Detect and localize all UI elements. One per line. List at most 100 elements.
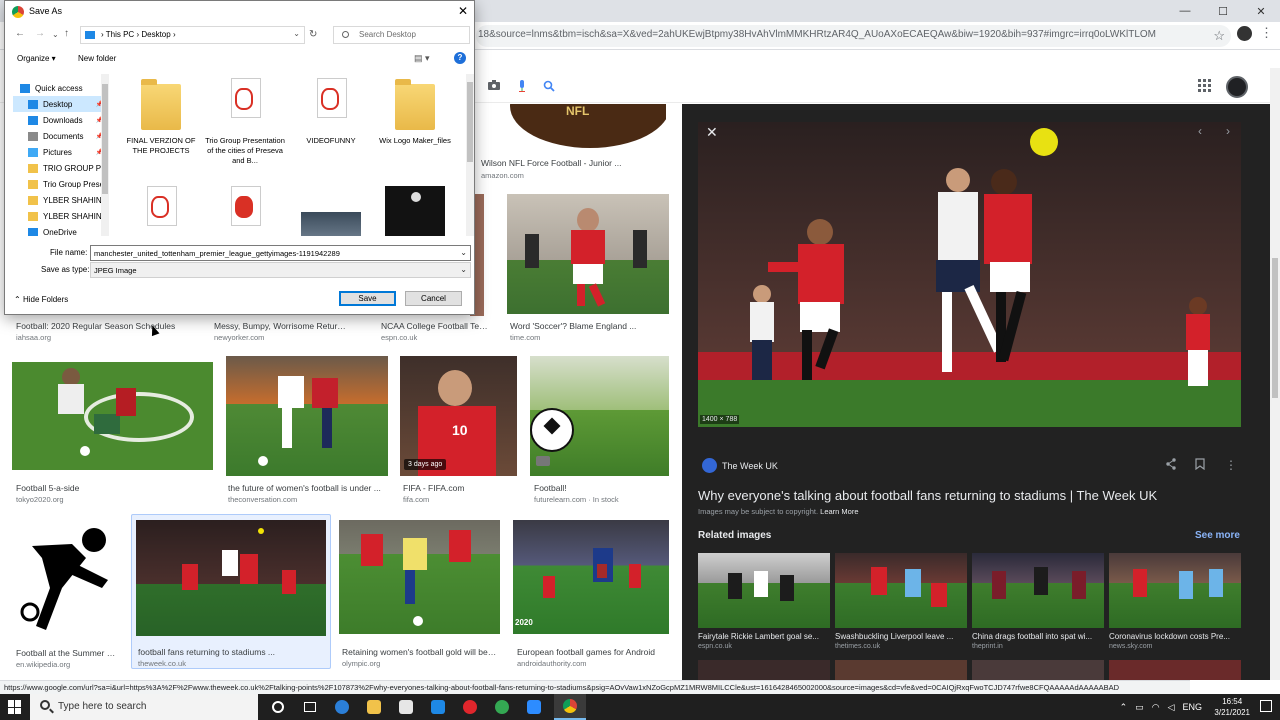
account-avatar[interactable] [1226,76,1248,98]
organize-menu[interactable]: Organize ▾ [17,54,56,63]
site-name[interactable]: The Week UK [722,461,778,471]
battery-icon[interactable]: ▭ [1135,702,1144,713]
file-list-scrollbar[interactable] [466,74,474,236]
previous-image-icon[interactable]: ‹ [1198,124,1202,138]
file-item[interactable]: FINAL VERZION OF THE PROJECTS [121,78,201,156]
related-image-item[interactable]: Fairytale Rickie Lambert goal se... espn… [698,553,830,650]
help-icon[interactable]: ? [454,52,466,64]
new-folder-button[interactable]: New folder [78,54,116,63]
cortana-icon[interactable] [262,694,294,720]
file-item[interactable] [121,186,201,236]
result-tile[interactable]: football fans returning to stadiums ... … [136,520,328,668]
nav-item[interactable]: YLBER SHAHINI [13,192,109,208]
notification-center-icon[interactable] [1260,700,1272,712]
recent-locations-chevron-icon[interactable]: ⌄ [52,30,59,39]
opera-icon[interactable] [454,694,486,720]
file-name-dropdown-icon[interactable]: ⌄ [460,248,467,257]
minimize-button[interactable]: — [1166,0,1204,22]
nav-pane-scrollbar-thumb[interactable] [102,84,108,194]
result-tile[interactable]: the future of women's football is under … [226,356,388,504]
save-as-type-select[interactable]: JPEG Image ⌄ [90,262,471,278]
dialog-titlebar[interactable]: Save As ✕ [5,1,474,23]
file-item[interactable] [375,186,455,236]
page-scrollbar[interactable] [1270,68,1280,680]
share-icon[interactable] [1165,458,1177,473]
search-icon[interactable] [543,80,555,92]
tray-chevron-icon[interactable]: ⌃ [1120,702,1128,713]
chrome-taskbar-icon[interactable] [554,694,586,720]
nav-pane-scrollbar[interactable] [101,74,109,236]
result-tile[interactable]: Football at the Summer Ol... en.wikipedi… [12,518,124,669]
nav-item[interactable]: TRIO GROUP PRI [13,160,109,176]
refresh-icon[interactable]: ↻ [309,29,317,40]
nav-item[interactable]: YLBER SHAHINI [13,208,109,224]
nav-item[interactable]: OneDrive [13,224,109,236]
network-icon[interactable]: ◠ [1152,702,1160,713]
close-preview-icon[interactable]: ✕ [706,124,718,141]
file-item[interactable] [291,186,371,236]
file-item[interactable]: VIDEOFUNNY [291,78,371,146]
file-item[interactable]: Wix Logo Maker_files [375,78,455,146]
result-tile[interactable]: Football: 2020 Regular Season Schedules … [12,318,202,344]
file-explorer-icon[interactable] [358,694,390,720]
result-tile[interactable] [507,194,669,316]
result-tile[interactable]: NCAA College Football Tea... espn.co.uk [377,318,489,344]
bookmark-star-icon[interactable]: ☆ [1213,28,1225,44]
result-tile[interactable]: Retaining women's football gold will be … [339,520,501,668]
task-view-icon[interactable] [294,694,326,720]
preview-hero-image[interactable] [698,122,1241,427]
dialog-address-bar[interactable]: › This PC › Desktop › ⌄ [80,26,305,44]
related-image-item[interactable]: China drags football into spat wi... the… [972,553,1104,650]
microphone-icon[interactable] [518,80,526,92]
nav-item[interactable]: Desktop 📌 [13,96,109,112]
nav-item[interactable]: Trio Group Prese [13,176,109,192]
breadcrumb-this-pc[interactable]: This PC [106,30,134,39]
learn-more-link[interactable]: Learn More [820,507,858,516]
address-dropdown-icon[interactable]: ⌄ [293,29,300,38]
windows-start-icon[interactable] [8,700,22,714]
file-item[interactable] [205,186,285,236]
cancel-button[interactable]: Cancel [405,291,462,306]
preview-title[interactable]: Why everyone's talking about football fa… [698,488,1157,503]
forward-arrow-icon[interactable]: → [35,28,45,39]
result-tile[interactable]: 2020 European football games for Android… [513,520,670,668]
taskbar-clock[interactable]: 16:54 3/21/2021 [1214,696,1250,718]
nav-item[interactable]: Quick access [13,80,109,96]
next-image-icon[interactable]: › [1226,124,1230,138]
page-scrollbar-thumb[interactable] [1272,258,1278,398]
result-tile[interactable]: 10 3 days ago FIFA - FIFA.com fifa.com [400,356,518,504]
mail-icon[interactable] [422,694,454,720]
more-options-icon[interactable]: ⋮ [1225,458,1237,472]
result-tile[interactable]: Word 'Soccer'? Blame England ... time.co… [506,318,670,344]
result-tile[interactable]: NFL Wilson NFL Force Football - Junior .… [476,104,669,184]
maximize-button[interactable]: ☐ [1204,0,1242,22]
language-indicator[interactable]: ENG [1182,702,1202,712]
result-tile[interactable]: Football 5-a-side tokyo2020.org [12,362,214,504]
nav-item[interactable]: Documents 📌 [13,128,109,144]
save-as-type-dropdown-icon[interactable]: ⌄ [460,265,467,274]
see-more-link[interactable]: See more [1195,530,1240,541]
whatsapp-icon[interactable] [486,694,518,720]
file-item[interactable]: Trio Group Presentation of the cities of… [205,78,285,166]
file-name-field[interactable]: manchester_united_tottenham_premier_leag… [90,245,471,261]
volume-icon[interactable]: ◁ [1168,702,1175,713]
chrome-menu-icon[interactable]: ⋮ [1260,25,1273,41]
close-window-button[interactable]: ✕ [1242,0,1280,22]
up-arrow-icon[interactable]: ↑ [64,28,69,39]
breadcrumb-desktop[interactable]: Desktop [141,30,170,39]
edge-icon[interactable] [326,694,358,720]
google-apps-icon[interactable] [1198,79,1211,92]
dialog-close-icon[interactable]: ✕ [458,4,468,18]
save-bookmark-icon[interactable] [1195,458,1205,473]
profile-icon[interactable] [1237,26,1252,41]
related-image-item[interactable]: Coronavirus lockdown costs Pre... news.s… [1109,553,1241,650]
nav-item[interactable]: Pictures 📌 [13,144,109,160]
back-arrow-icon[interactable]: ← [15,28,25,39]
hide-folders-toggle[interactable]: ⌃ Hide Folders [14,295,68,304]
file-list-scrollbar-thumb[interactable] [467,82,473,162]
camera-search-icon[interactable] [488,80,500,90]
dialog-search-box[interactable]: Search Desktop [333,26,470,44]
zoom-icon[interactable] [518,694,550,720]
change-view-icon[interactable]: ▤ ▾ [414,53,430,64]
microsoft-store-icon[interactable] [390,694,422,720]
